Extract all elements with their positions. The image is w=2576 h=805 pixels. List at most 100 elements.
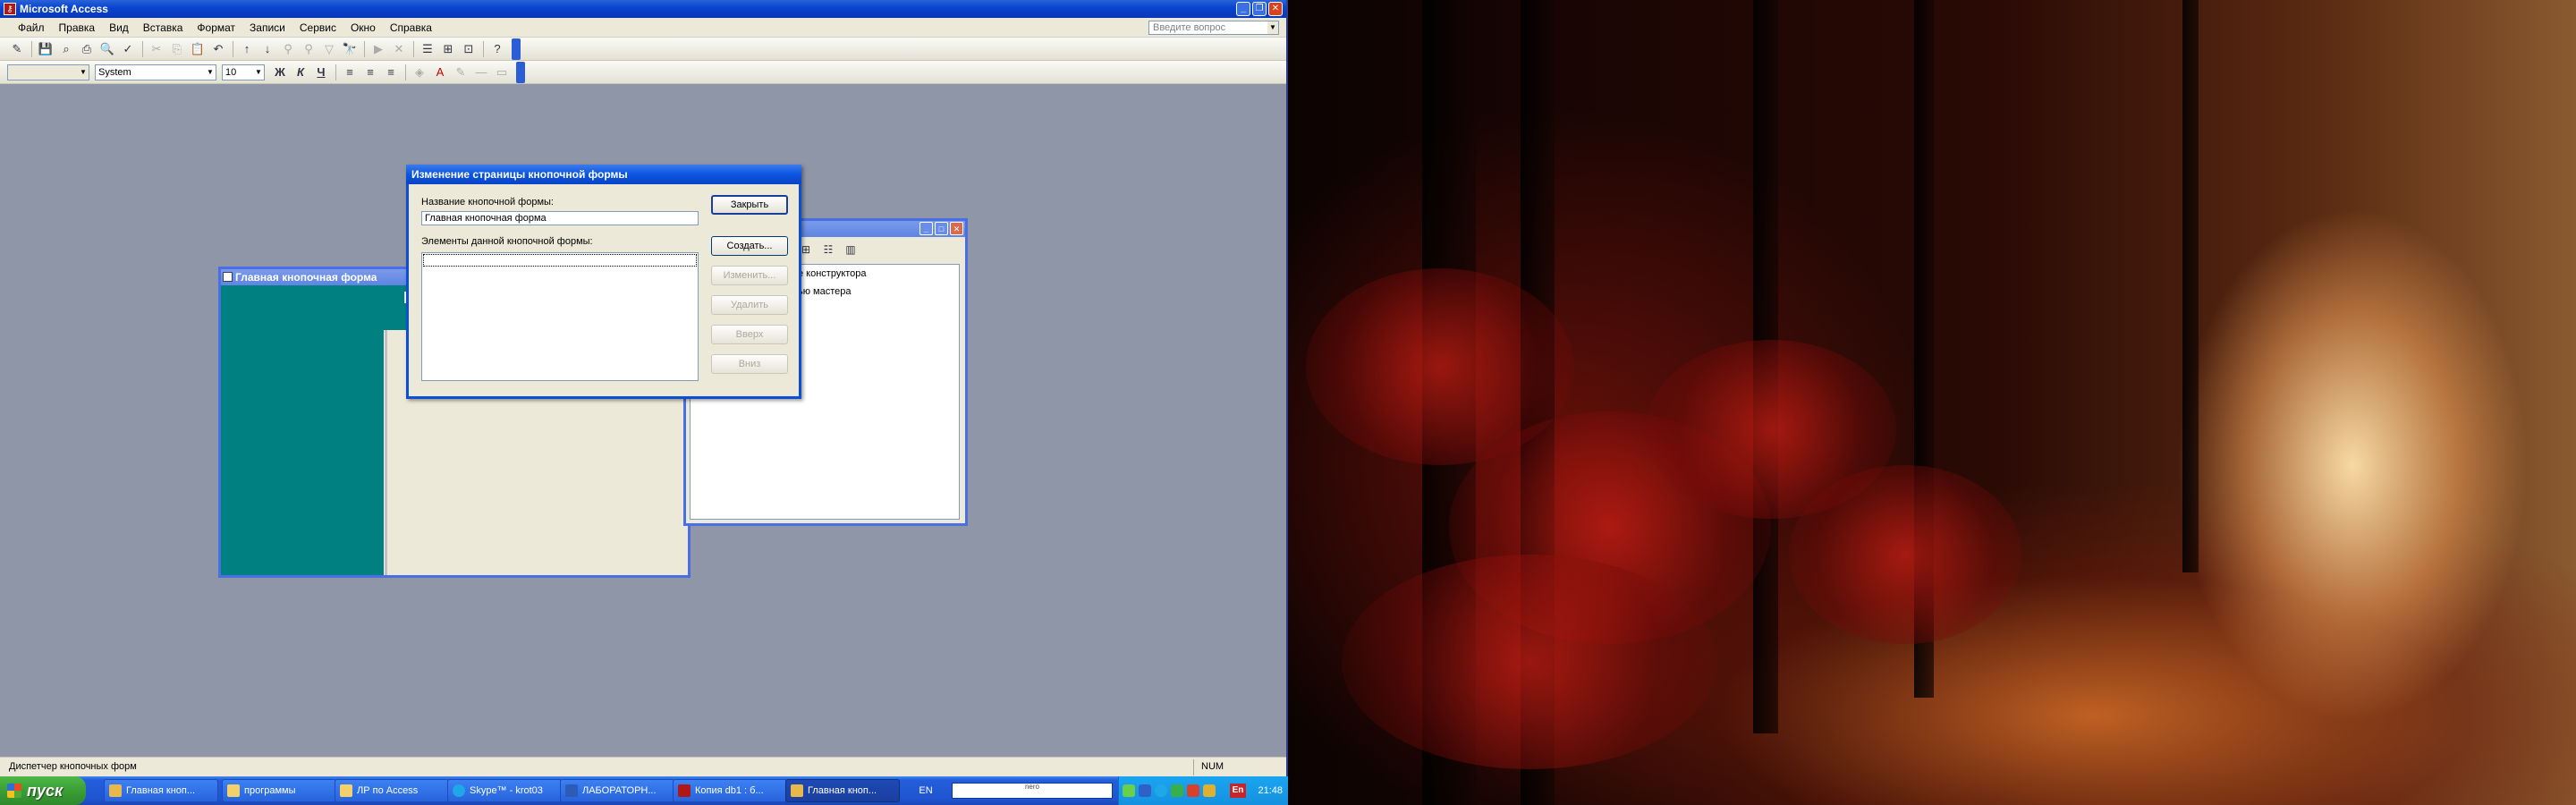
switchboard-items-list[interactable] [421, 252, 699, 381]
menu-window[interactable]: Окно [343, 20, 383, 36]
security-icon[interactable] [1187, 784, 1199, 797]
skype-tray-icon[interactable] [1155, 784, 1167, 797]
formatting-toolbar: ▼ System ▼ 10 ▼ Ж К Ч ≡ ≡ ≡ ◈ A ✎ — ▭ [0, 61, 1286, 84]
paste-icon[interactable]: 📋 [188, 39, 208, 59]
menu-help[interactable]: Справка [383, 20, 439, 36]
properties-icon[interactable]: ☰ [418, 39, 437, 59]
delete-item-button[interactable]: Удалить [711, 295, 788, 315]
taskbar-button[interactable]: Skype™ - krot03 [447, 779, 562, 802]
edit-switchboard-page-dialog[interactable]: Изменение страницы кнопочной формы Назва… [406, 165, 801, 399]
filter-form-icon[interactable]: ⚲ [299, 39, 318, 59]
cut-icon[interactable]: ✂ [147, 39, 166, 59]
word-document-icon [565, 784, 578, 797]
toolbar-separator [142, 40, 143, 57]
spelling-icon[interactable]: ✓ [118, 39, 138, 59]
delete-record-icon[interactable]: ✕ [389, 39, 409, 59]
font-name-value: System [98, 66, 131, 78]
menu-file[interactable]: Файл [11, 20, 52, 36]
taskbar-button-active[interactable]: Главная кноп... [785, 779, 900, 802]
tool-icon[interactable] [1203, 784, 1216, 797]
new-object-icon[interactable]: ⊡ [459, 39, 479, 59]
help-icon[interactable]: ? [487, 39, 507, 59]
taskbar-button[interactable]: ЛАБОРАТОРН... [560, 779, 674, 802]
list-item[interactable]: ью мастера [798, 286, 852, 297]
close-dialog-button[interactable]: Закрыть [711, 195, 788, 215]
taskbar-button[interactable]: ЛР по Access [335, 779, 449, 802]
minimize-button[interactable]: _ [1236, 2, 1250, 16]
close-button[interactable]: ✕ [1268, 2, 1283, 16]
sort-descending-icon[interactable]: ↓ [258, 39, 277, 59]
bold-icon[interactable]: Ж [270, 63, 290, 82]
switchboard-form-title: Главная кнопочная форма [235, 271, 377, 284]
close-button[interactable]: ✕ [950, 222, 963, 235]
menu-format[interactable]: Формат [190, 20, 242, 36]
font-name-select[interactable]: System ▼ [95, 64, 216, 80]
align-right-icon[interactable]: ≡ [381, 63, 401, 82]
folder-icon [227, 784, 240, 797]
create-button[interactable]: Создать... [711, 236, 788, 256]
view-icon[interactable]: ✎ [7, 39, 27, 59]
ask-question-input[interactable]: Введите вопрос ▼ [1148, 21, 1279, 35]
restore-button[interactable]: ❐ [1252, 2, 1267, 16]
undo-icon[interactable]: ↶ [208, 39, 228, 59]
taskbar-button[interactable]: Главная кноп... [104, 779, 218, 802]
form-icon [223, 272, 233, 282]
sort-ascending-icon[interactable]: ↑ [237, 39, 257, 59]
filter-icon[interactable]: ⚲ [278, 39, 298, 59]
database-window-icon[interactable]: ⊞ [438, 39, 458, 59]
font-color-icon[interactable]: A [430, 63, 450, 82]
copy-icon[interactable]: ⎘ [167, 39, 187, 59]
menu-tools[interactable]: Сервис [292, 20, 343, 36]
apply-filter-icon[interactable]: ▽ [319, 39, 339, 59]
minimize-button[interactable]: _ [919, 222, 933, 235]
chevron-down-icon[interactable]: ▼ [205, 65, 216, 80]
find-icon[interactable]: 🔭 [340, 39, 360, 59]
list-item[interactable]: е конструктора [798, 268, 867, 279]
taskbar-button[interactable]: Копия db1 : б... [673, 779, 787, 802]
underline-icon[interactable]: Ч [311, 63, 331, 82]
new-record-icon[interactable]: ▶ [369, 39, 388, 59]
network-icon[interactable] [1139, 784, 1151, 797]
details-view-icon[interactable]: ▥ [842, 241, 860, 258]
list-view-icon[interactable]: ☷ [819, 241, 837, 258]
menu-view[interactable]: Вид [102, 20, 136, 36]
font-size-select[interactable]: 10 ▼ [222, 64, 265, 80]
start-button[interactable]: пуск [0, 776, 86, 805]
dialog-title-bar[interactable]: Изменение страницы кнопочной формы [406, 165, 801, 184]
object-combo[interactable]: ▼ [7, 64, 89, 80]
keyboard-layout-indicator[interactable]: En [1230, 784, 1246, 798]
align-center-icon[interactable]: ≡ [360, 63, 380, 82]
clock[interactable]: 21:48 [1258, 776, 1283, 805]
toolbar-options-handle[interactable] [512, 38, 521, 60]
toolbar-separator [413, 40, 414, 57]
line-color-icon[interactable]: ✎ [451, 63, 470, 82]
taskbar-button[interactable]: программы [222, 779, 336, 802]
search-icon[interactable]: ⌕ [56, 39, 76, 59]
switchboard-name-input[interactable]: Главная кнопочная форма [421, 211, 699, 225]
arrow-icon[interactable] [1123, 784, 1135, 797]
chevron-down-icon[interactable]: ▼ [78, 65, 89, 80]
nero-toolbar[interactable]: nero [952, 783, 1113, 799]
menu-records[interactable]: Записи [242, 20, 292, 36]
move-up-button[interactable]: Вверх [711, 325, 788, 344]
special-effect-icon[interactable]: ▭ [492, 63, 512, 82]
menu-insert[interactable]: Вставка [136, 20, 191, 36]
preview-icon[interactable]: 🔍 [97, 39, 117, 59]
maximize-button[interactable]: □ [935, 222, 948, 235]
toolbar-options-handle[interactable] [516, 61, 525, 83]
save-icon[interactable]: 💾 [36, 39, 55, 59]
align-left-icon[interactable]: ≡ [340, 63, 360, 82]
antivirus-icon[interactable] [1171, 784, 1183, 797]
print-icon[interactable]: ⎙ [77, 39, 97, 59]
menu-edit[interactable]: Правка [52, 20, 103, 36]
title-bar[interactable]: ⚷ Microsoft Access _ ❐ ✕ [0, 0, 1286, 18]
move-down-button[interactable]: Вниз [711, 354, 788, 374]
italic-icon[interactable]: К [291, 63, 310, 82]
line-width-icon[interactable]: — [471, 63, 491, 82]
fill-color-icon[interactable]: ◈ [410, 63, 429, 82]
chevron-down-icon[interactable]: ▼ [253, 65, 264, 80]
chevron-down-icon[interactable]: ▼ [1267, 21, 1278, 34]
edit-item-button[interactable]: Изменить... [711, 266, 788, 285]
list-focus-row[interactable] [423, 254, 697, 267]
language-indicator[interactable]: EN [911, 776, 941, 805]
